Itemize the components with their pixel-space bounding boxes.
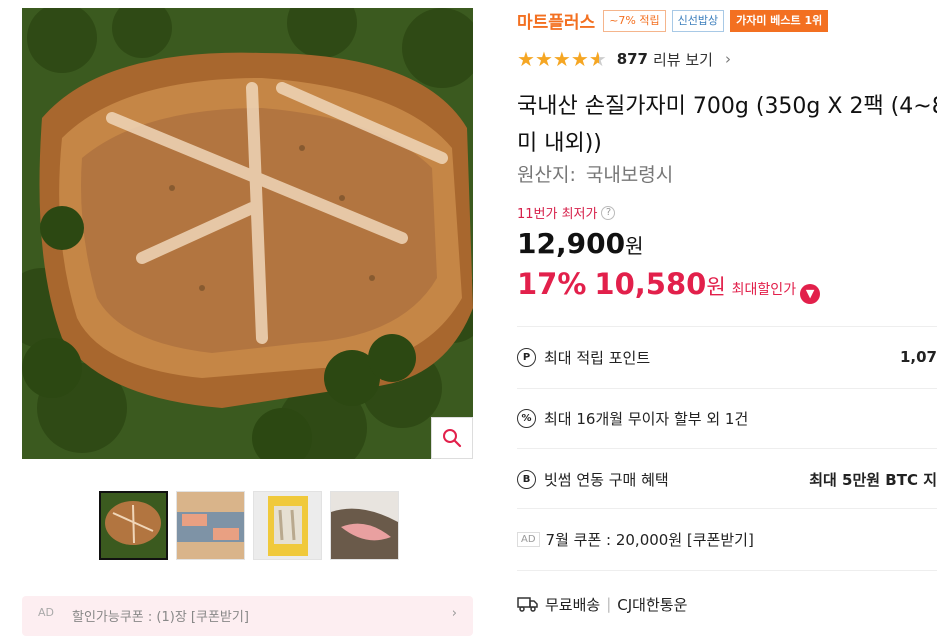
sale-price-value: 10,580	[594, 267, 707, 301]
original-price: 12,900원	[517, 227, 643, 260]
currency-unit: 원	[706, 275, 726, 299]
brand-row: 마트플러스 ~7% 적립 신선밥상 가자미 베스트 1위	[517, 8, 829, 33]
delivery-carrier: CJ대한통운	[617, 595, 688, 614]
bithumb-label: 빗썸 연동 구매 혜택	[544, 470, 669, 489]
points-label: 최대 적립 포인트	[544, 348, 651, 367]
half-star-icon: ★	[588, 47, 607, 71]
installment-label: 최대 16개월 무이자 할부 외 1건	[544, 409, 749, 428]
origin-label: 원산지:	[517, 164, 576, 186]
origin-info: 원산지: 국내보령시	[517, 160, 673, 187]
coupon-row[interactable]: AD 7월 쿠폰 : 20,000원 [쿠폰받기]	[517, 524, 937, 554]
product-title: 국내산 손질가자미 700g (350g X 2팩 (4~8미 내외))	[517, 94, 937, 156]
separator: |	[606, 595, 612, 613]
divider	[517, 570, 937, 571]
original-price-value: 12,900	[517, 227, 626, 260]
review-link[interactable]: 리뷰 보기	[653, 49, 713, 70]
thumbnail-3[interactable]	[253, 491, 322, 560]
brand-name[interactable]: 마트플러스	[517, 8, 595, 33]
zoom-button[interactable]	[431, 417, 473, 459]
help-icon[interactable]: ?	[601, 205, 616, 220]
points-row[interactable]: P 최대 적립 포인트 1,07	[517, 342, 937, 372]
sale-price-row: 17% 10,580 원 최대할인가 ▼	[517, 267, 821, 304]
review-count: 877	[616, 50, 648, 68]
star-icon: ★	[534, 47, 553, 71]
max-discount-label: 최대할인가	[731, 282, 797, 298]
star-icon: ★	[552, 47, 571, 71]
fish-photo	[22, 8, 473, 459]
points-tag: ~7% 적립	[603, 9, 666, 32]
divider	[517, 388, 937, 389]
lowest-price-text: 11번가 최저가	[517, 207, 598, 222]
divider	[517, 448, 937, 449]
rating-row[interactable]: ★ ★ ★ ★ ★ 877 리뷰 보기 ›	[517, 48, 731, 70]
best-seller-badge: 가자미 베스트 1위	[730, 9, 829, 32]
percent-icon: %	[517, 408, 536, 428]
points-icon: P	[517, 347, 536, 367]
lowest-price-label: 11번가 최저가 ?	[517, 203, 616, 222]
installment-row[interactable]: % 최대 16개월 무이자 할부 외 1건	[517, 403, 937, 433]
origin-value: 국내보령시	[585, 164, 674, 186]
chevron-right-icon: ›	[451, 606, 457, 621]
product-main-image[interactable]	[22, 8, 473, 459]
currency-unit: 원	[625, 234, 644, 258]
chevron-down-icon[interactable]: ▼	[800, 283, 821, 304]
coupon-bar-text: 할인가능쿠폰 : (1)장 [쿠폰받기]	[72, 610, 249, 625]
bithumb-value: 최대 5만원 BTC 지	[809, 470, 937, 489]
star-rating: ★ ★ ★ ★ ★	[517, 48, 607, 70]
thumbnail-list	[99, 491, 399, 560]
fresh-tag: 신선밥상	[671, 9, 725, 32]
truck-icon	[517, 597, 538, 612]
star-icon: ★	[570, 47, 589, 71]
discount-percent: 17%	[517, 267, 587, 301]
delivery-label: 무료배송	[545, 595, 601, 614]
thumbnail-4[interactable]	[330, 491, 399, 560]
chevron-right-icon: ›	[724, 50, 731, 68]
thumbnail-2[interactable]	[176, 491, 245, 560]
ad-label: AD	[517, 531, 540, 547]
star-icon: ★	[517, 47, 535, 71]
delivery-row[interactable]: 무료배송 | CJ대한통운	[517, 589, 937, 619]
divider	[517, 508, 937, 509]
search-icon	[443, 429, 462, 448]
coupon-bar[interactable]: AD 할인가능쿠폰 : (1)장 [쿠폰받기] ›	[22, 596, 473, 636]
divider	[517, 326, 937, 327]
bitcoin-icon: B	[517, 469, 536, 489]
bithumb-row[interactable]: B 빗썸 연동 구매 혜택 최대 5만원 BTC 지	[517, 464, 937, 494]
coupon-label[interactable]: 7월 쿠폰 : 20,000원 [쿠폰받기]	[546, 529, 754, 550]
ad-label: AD	[38, 606, 54, 619]
thumbnail-1[interactable]	[99, 491, 168, 560]
points-value: 1,07	[899, 348, 937, 366]
